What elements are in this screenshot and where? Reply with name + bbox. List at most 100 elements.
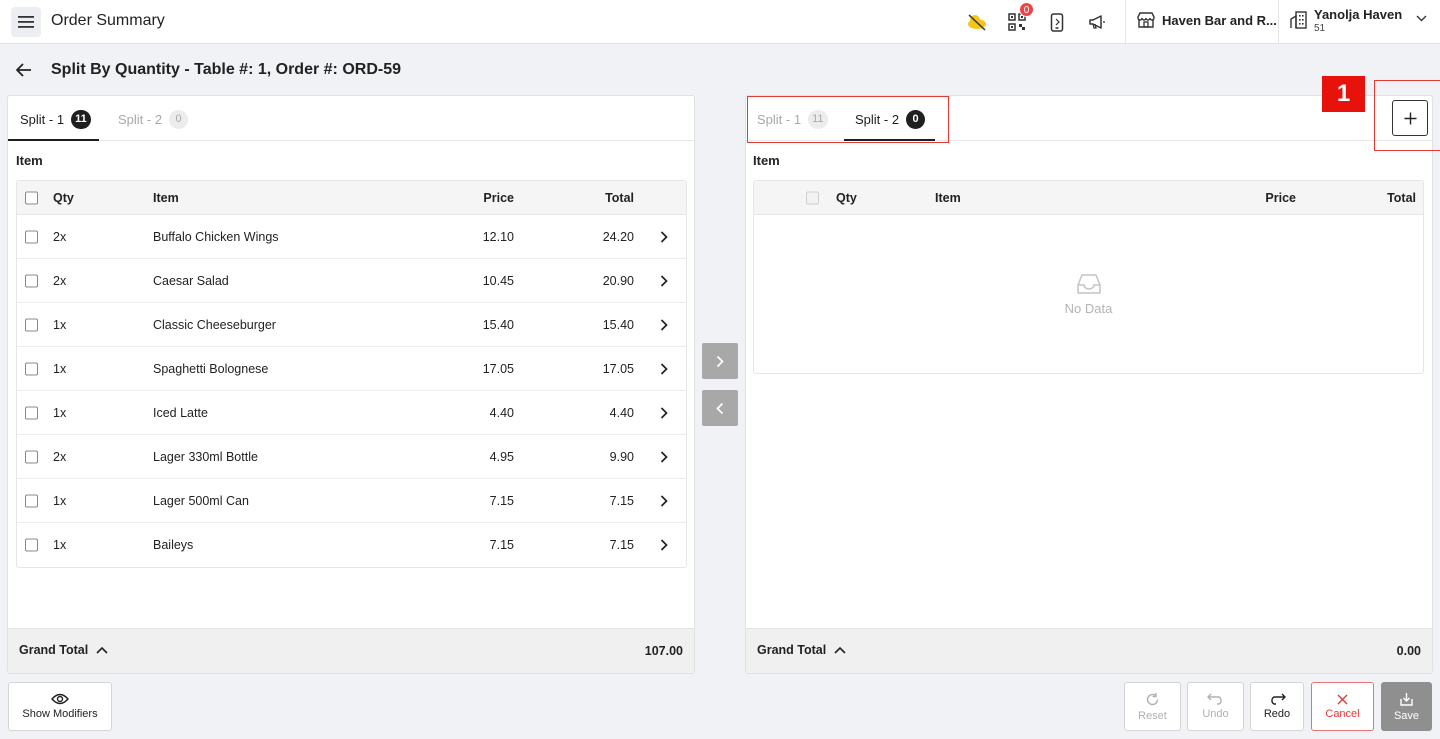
building-icon	[1290, 11, 1307, 29]
column-header-total: Total	[605, 190, 634, 205]
menu-button[interactable]	[11, 7, 41, 37]
grand-total-label: Grand Total	[19, 643, 89, 657]
chevron-right-icon	[716, 355, 724, 367]
table-row[interactable]: 1x Spaghetti Bolognese 17.05 17.05	[17, 347, 686, 391]
column-header-price: Price	[1265, 190, 1296, 205]
chevron-right-icon[interactable]	[660, 230, 668, 243]
reset-button[interactable]: Reset	[1124, 682, 1181, 731]
menu-icon	[18, 16, 34, 28]
announcement-button[interactable]	[1086, 11, 1108, 33]
column-header-qty: Qty	[836, 190, 857, 205]
redo-button[interactable]: Redo	[1250, 682, 1304, 731]
move-right-button[interactable]	[702, 343, 738, 379]
redo-label: Redo	[1263, 708, 1291, 720]
row-checkbox[interactable]	[25, 362, 38, 375]
move-left-button[interactable]	[702, 390, 738, 426]
show-modifiers-button[interactable]: Show Modifiers	[8, 682, 112, 731]
row-price: 17.05	[482, 361, 514, 376]
row-item-name: Lager 500ml Can	[153, 493, 249, 508]
row-total: 7.15	[609, 538, 634, 552]
chevron-right-icon[interactable]	[660, 362, 668, 375]
table-row[interactable]: 2x Buffalo Chicken Wings 12.10 24.20	[17, 215, 686, 259]
weather-button[interactable]	[966, 11, 988, 33]
chevron-right-icon[interactable]	[660, 494, 668, 507]
tab-label: Split - 1	[757, 112, 802, 127]
chevron-down-icon[interactable]	[1416, 15, 1427, 22]
row-item-name: Buffalo Chicken Wings	[153, 229, 279, 244]
tab-label: Split - 2	[855, 112, 900, 127]
table-header: Qty Item Price Total	[754, 181, 1423, 215]
row-checkbox[interactable]	[25, 450, 38, 463]
tab-count-badge: 11	[808, 110, 828, 129]
row-total: 20.90	[602, 273, 634, 288]
table-row[interactable]: 1x Baileys 7.15 7.15	[17, 523, 686, 567]
column-header-price: Price	[483, 190, 514, 205]
store-name: Haven Bar and R...	[1162, 12, 1277, 28]
row-price: 12.10	[482, 229, 514, 244]
close-icon	[1337, 694, 1348, 704]
row-total: 9.90	[609, 449, 634, 464]
select-all-checkbox[interactable]	[806, 191, 819, 204]
undo-label: Undo	[1202, 708, 1229, 720]
qr-code-button[interactable]: 0	[1006, 2, 1034, 33]
empty-text: No Data	[1064, 300, 1113, 316]
row-qty: 1x	[53, 361, 67, 376]
row-item-name: Lager 330ml Bottle	[153, 449, 258, 464]
row-checkbox[interactable]	[25, 230, 38, 243]
row-checkbox[interactable]	[25, 406, 38, 419]
tab-split-1[interactable]: Split - 1 11	[20, 110, 91, 129]
cancel-label: Cancel	[1325, 707, 1360, 720]
chevron-right-icon[interactable]	[660, 450, 668, 463]
table-row[interactable]: 1x Classic Cheeseburger 15.40 15.40	[17, 303, 686, 347]
mobile-button[interactable]	[1046, 11, 1068, 33]
app-title: Order Summary	[51, 12, 165, 29]
tab-split-2[interactable]: Split - 2 0	[118, 110, 189, 129]
user-menu[interactable]: Yanolja Haven 51	[1290, 7, 1402, 34]
table-row[interactable]: 2x Lager 330ml Bottle 4.95 9.90	[17, 435, 686, 479]
row-qty: 1x	[53, 405, 67, 420]
select-all-checkbox[interactable]	[25, 191, 38, 204]
row-total: 17.05	[602, 361, 634, 376]
active-tab-indicator	[844, 139, 935, 141]
table-row[interactable]: 1x Lager 500ml Can 7.15 7.15	[17, 479, 686, 523]
chevron-right-icon[interactable]	[660, 274, 668, 287]
divider	[1278, 0, 1279, 44]
split-tabs: Split - 1 11 Split - 2 0	[8, 96, 694, 141]
tab-split-1[interactable]: Split - 1 11	[757, 110, 828, 129]
row-checkbox[interactable]	[25, 494, 38, 507]
cancel-button[interactable]: Cancel	[1311, 682, 1374, 731]
annotation-marker: 1	[1322, 76, 1365, 112]
row-total: 15.40	[602, 317, 634, 332]
row-checkbox[interactable]	[25, 274, 38, 287]
grand-total-toggle[interactable]: Grand Total	[757, 643, 846, 657]
store-selector[interactable]: Haven Bar and R...	[1137, 12, 1277, 28]
divider	[1125, 0, 1126, 44]
row-qty: 2x	[53, 273, 67, 288]
tab-split-2[interactable]: Split - 2 0	[855, 110, 926, 129]
table-row[interactable]: 1x Iced Latte 4.40 4.40	[17, 391, 686, 435]
table-header: Qty Item Price Total	[17, 181, 686, 215]
save-button[interactable]: Save	[1381, 682, 1432, 731]
chevron-right-icon[interactable]	[660, 539, 668, 552]
row-price: 15.40	[482, 317, 514, 332]
row-item-name: Spaghetti Bolognese	[153, 361, 269, 376]
add-split-button[interactable]	[1392, 100, 1428, 136]
back-arrow-icon[interactable]	[15, 61, 33, 79]
inbox-icon	[1076, 273, 1101, 294]
chevron-right-icon[interactable]	[660, 406, 668, 419]
grand-total-toggle[interactable]: Grand Total	[19, 643, 108, 657]
empty-state: No Data	[754, 215, 1423, 373]
row-price: 7.15	[489, 538, 514, 552]
tab-label: Split - 2	[118, 112, 163, 127]
mobile-icon	[1050, 12, 1064, 32]
chevron-right-icon[interactable]	[660, 318, 668, 331]
undo-button[interactable]: Undo	[1187, 682, 1244, 731]
user-name: Yanolja Haven	[1314, 7, 1403, 22]
items-table: Qty Item Price Total 2x Buffalo Chicken W…	[16, 180, 687, 568]
row-qty: 2x	[53, 229, 67, 244]
row-checkbox[interactable]	[25, 318, 38, 331]
row-qty: 1x	[53, 538, 67, 552]
save-icon	[1400, 692, 1413, 706]
table-row[interactable]: 2x Caesar Salad 10.45 20.90	[17, 259, 686, 303]
row-checkbox[interactable]	[25, 538, 38, 552]
